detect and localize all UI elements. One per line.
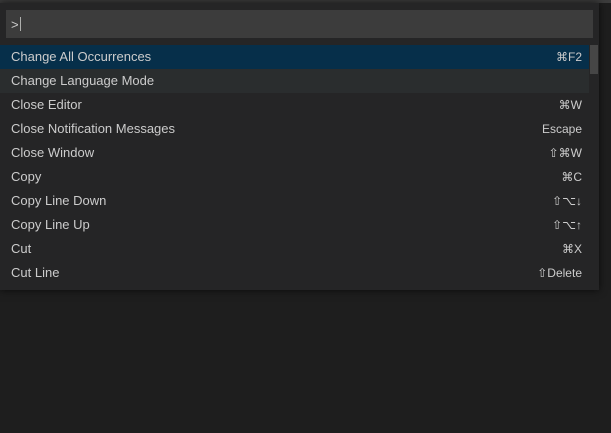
command-label: Close Window (11, 145, 95, 160)
command-label: Close Notification Messages (11, 121, 176, 136)
command-item-copy[interactable]: Copy ⌘C (0, 165, 589, 189)
command-item-close-editor[interactable]: Close Editor ⌘W (0, 93, 589, 117)
command-item-copy-line-up[interactable]: Copy Line Up ⇧⌥↑ (0, 213, 589, 237)
command-label: Copy Line Up (11, 217, 90, 232)
command-item-close-notification-messages[interactable]: Close Notification Messages Escape (0, 117, 589, 141)
command-label: Copy (11, 169, 42, 184)
command-keybinding: ⇧⌥↑ (552, 218, 582, 232)
command-label: Close Editor (11, 97, 82, 112)
command-keybinding: ⇧Delete (537, 266, 582, 280)
command-input-box[interactable] (6, 10, 593, 38)
command-keybinding: ⌘X (561, 242, 582, 256)
command-item-change-language-mode[interactable]: Change Language Mode (0, 69, 589, 93)
command-keybinding: Escape (541, 122, 582, 136)
command-keybinding: ⇧⌥↓ (552, 194, 582, 208)
command-item-cut[interactable]: Cut ⌘X (0, 237, 589, 261)
command-item-close-window[interactable]: Close Window ⇧⌘W (0, 141, 589, 165)
command-label: Change All Occurrences (11, 49, 152, 64)
command-keybinding: ⌘W (558, 98, 582, 112)
text-caret (20, 17, 21, 31)
command-list-scrollbar[interactable] (589, 45, 599, 290)
command-label: Copy Line Down (11, 193, 107, 208)
scrollbar-thumb[interactable] (590, 45, 598, 74)
command-keybinding: ⌘C (561, 170, 582, 184)
command-item-cut-line[interactable]: Cut Line ⇧Delete (0, 261, 589, 285)
command-label: Cut (11, 241, 32, 256)
command-item-change-all-occurrences[interactable]: Change All Occurrences ⌘F2 (0, 45, 589, 69)
command-keybinding: ⇧⌘W (548, 146, 582, 160)
command-keybinding: ⌘F2 (555, 50, 582, 64)
command-label: Change Language Mode (11, 73, 155, 88)
command-item-copy-line-down[interactable]: Copy Line Down ⇧⌥↓ (0, 189, 589, 213)
command-label: Cut Line (11, 265, 60, 280)
command-palette: Change All Occurrences ⌘F2 Change Langua… (0, 3, 599, 290)
command-input[interactable] (6, 10, 593, 38)
command-list: Change All Occurrences ⌘F2 Change Langua… (0, 45, 589, 285)
